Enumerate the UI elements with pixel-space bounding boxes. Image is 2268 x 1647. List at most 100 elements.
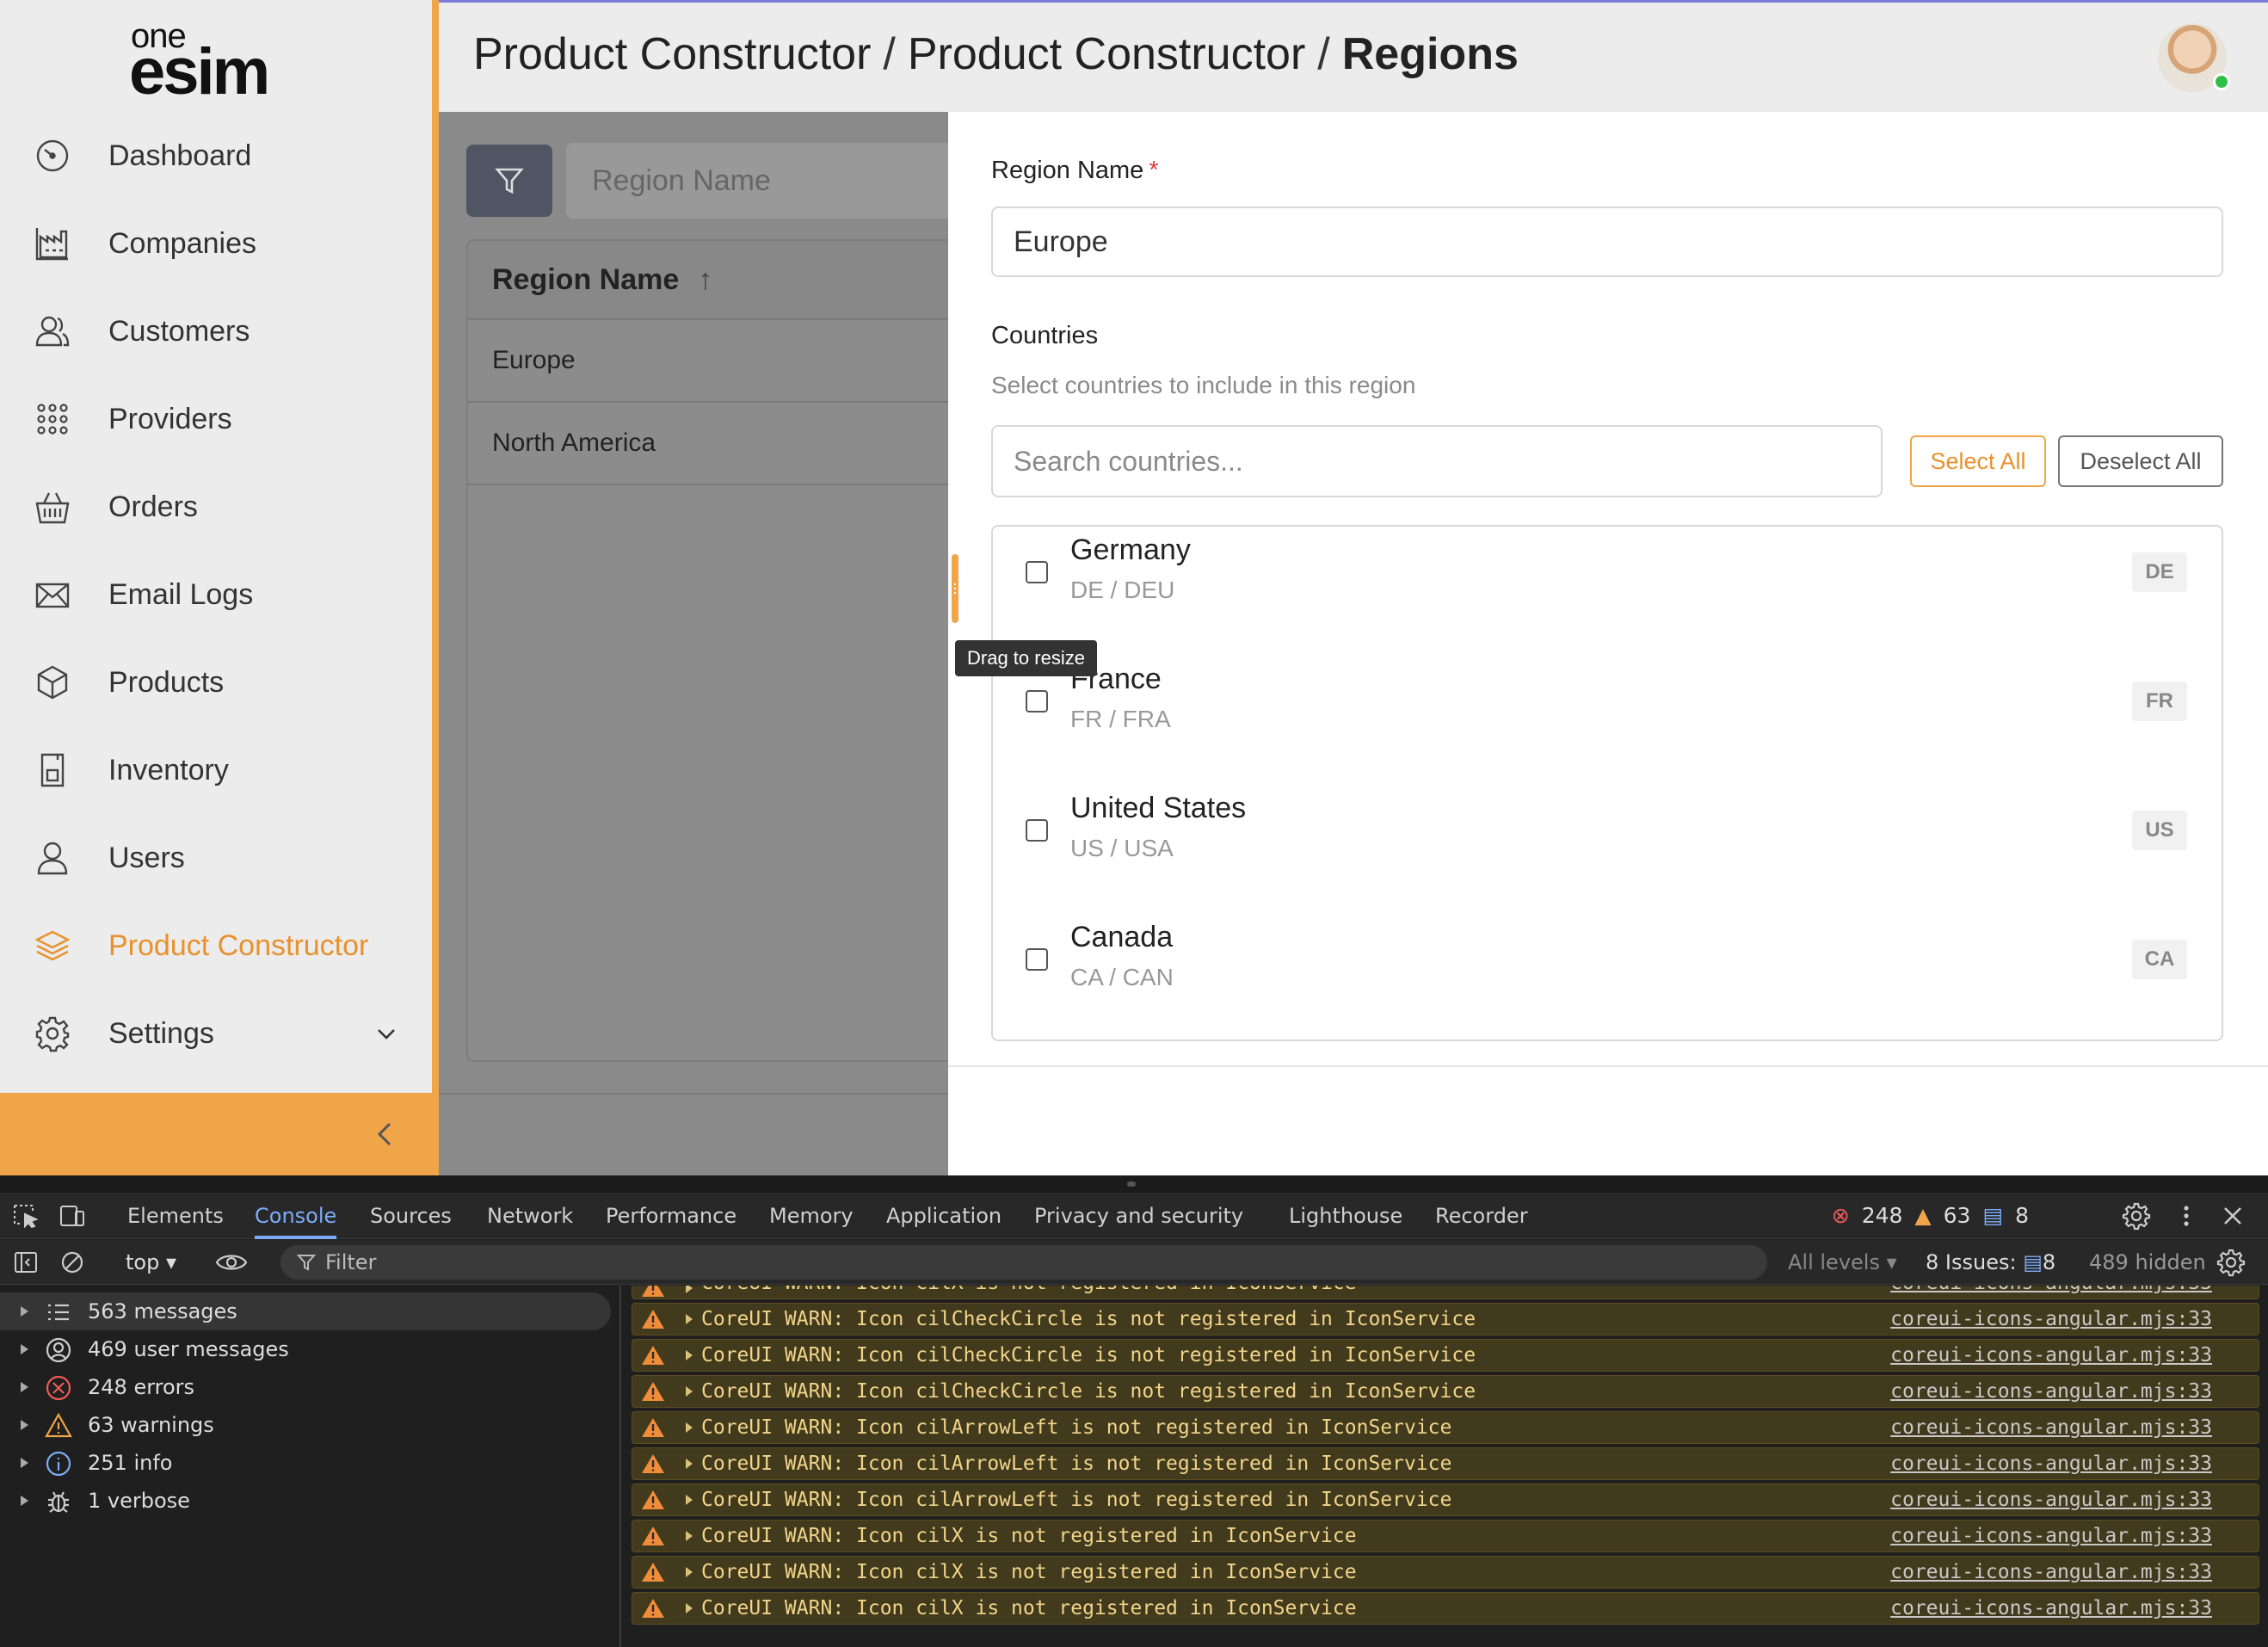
list-item[interactable]: Canada CA / CAN CA (993, 914, 2222, 1043)
console-filter-info[interactable]: 251 info (0, 1444, 619, 1482)
chevron-down-icon (378, 1029, 395, 1039)
list-item[interactable]: United States US / USA US (993, 785, 2222, 914)
country-name: Canada (1070, 921, 1174, 953)
sidebar-item-customers[interactable]: Customers (0, 287, 432, 375)
log-levels-dropdown[interactable]: All levels ▾ (1788, 1247, 1897, 1278)
tab-elements[interactable]: Elements (127, 1193, 224, 1239)
breadcrumb-item[interactable]: Product Constructor (908, 29, 1305, 79)
warning-icon (642, 1286, 664, 1297)
breadcrumb-item[interactable]: Product Constructor (473, 29, 871, 79)
log-source-link[interactable]: coreui-icons-angular.mjs:33 (1890, 1343, 2212, 1367)
sidebar-item-email-logs[interactable]: Email Logs (0, 551, 432, 638)
envelope-icon (33, 575, 72, 614)
device-toolbar-icon[interactable] (59, 1203, 86, 1229)
resize-handle[interactable] (952, 554, 958, 623)
logo[interactable]: one esim (129, 17, 310, 107)
log-source-link[interactable]: coreui-icons-angular.mjs:33 (1890, 1488, 2212, 1512)
log-entry[interactable]: CoreUI WARN: Icon cilArrowLeft is not re… (632, 1447, 2259, 1480)
tab-recorder[interactable]: Recorder (1435, 1193, 1528, 1239)
breadcrumb-current: Regions (1341, 29, 1519, 79)
sidebar-item-settings[interactable]: Settings (0, 990, 432, 1077)
tab-sources[interactable]: Sources (370, 1193, 452, 1239)
inspect-element-icon[interactable] (12, 1203, 40, 1229)
clear-console-icon[interactable] (59, 1249, 86, 1276)
country-checkbox[interactable] (1026, 690, 1048, 712)
tab-performance[interactable]: Performance (606, 1193, 736, 1239)
sidebar-item-companies[interactable]: Companies (0, 200, 432, 287)
sidebar-item-dashboard[interactable]: Dashboard (0, 112, 432, 200)
sidebar-item-orders[interactable]: Orders (0, 463, 432, 551)
region-name-search-input[interactable] (566, 143, 962, 219)
tab-network[interactable]: Network (487, 1193, 573, 1239)
log-source-link[interactable]: coreui-icons-angular.mjs:33 (1890, 1560, 2212, 1584)
console-counts[interactable]: ⊗ 248 ▲ 63 ▤ 8 (1832, 1193, 2029, 1239)
list-item[interactable]: France FR / FRA FR (993, 656, 2222, 785)
app-window: one esim Dashboard Companies Customers P… (0, 0, 2268, 1175)
country-checkbox[interactable] (1026, 948, 1048, 971)
issues-button[interactable]: 8 Issues: ▤8 (1926, 1247, 2055, 1278)
log-source-link[interactable]: coreui-icons-angular.mjs:33 (1890, 1452, 2212, 1476)
table-row[interactable]: Europe (468, 320, 948, 403)
log-source-link[interactable]: coreui-icons-angular.mjs:33 (1890, 1379, 2212, 1403)
console-filter-input[interactable]: Filter (280, 1245, 1767, 1280)
gear-icon[interactable] (2122, 1201, 2151, 1231)
log-source-link[interactable]: coreui-icons-angular.mjs:33 (1890, 1416, 2212, 1440)
region-name-input[interactable] (991, 207, 2223, 277)
country-checkbox[interactable] (1026, 819, 1048, 842)
log-entry[interactable]: CoreUI WARN: Icon cilCheckCircle is not … (632, 1303, 2259, 1335)
filter-button[interactable] (466, 145, 552, 217)
console-settings-icon[interactable] (2216, 1248, 2246, 1277)
log-entry[interactable]: CoreUI WARN: Icon cilCheckCircle is not … (632, 1339, 2259, 1372)
more-options-icon[interactable] (2172, 1201, 2201, 1231)
sidebar-item-product-constructor[interactable]: Product Constructor (0, 902, 432, 990)
eye-icon[interactable] (215, 1249, 248, 1276)
sidebar-item-inventory[interactable]: Inventory (0, 726, 432, 814)
console-filter-user-messages[interactable]: 469 user messages (0, 1330, 619, 1368)
country-checkbox[interactable] (1026, 561, 1048, 583)
tab-console[interactable]: Console (255, 1193, 337, 1239)
column-header-region-name[interactable]: Region Name ↑ (468, 241, 948, 320)
console-filter-messages[interactable]: 563 messages (0, 1292, 611, 1330)
deselect-all-button[interactable]: Deselect All (2058, 435, 2223, 487)
console-filter-verbose[interactable]: 1 verbose (0, 1482, 619, 1520)
sidebar-item-products[interactable]: Products (0, 638, 432, 726)
tab-privacy-and-security[interactable]: Privacy and security (1034, 1193, 1243, 1239)
console-filter-warnings[interactable]: 63 warnings (0, 1406, 619, 1444)
log-source-link[interactable]: coreui-icons-angular.mjs:33 (1890, 1596, 2212, 1620)
breadcrumb-separator: / (883, 29, 896, 79)
list-item[interactable]: Germany DE / DEU DE (993, 527, 2222, 656)
cube-icon (33, 663, 72, 702)
log-entry[interactable]: CoreUI WARN: Icon cilX is not registered… (632, 1556, 2259, 1588)
log-entry[interactable]: CoreUI WARN: Icon cilArrowLeft is not re… (632, 1484, 2259, 1516)
hidden-count: 489 hidden (2089, 1250, 2206, 1274)
select-all-button[interactable]: Select All (1910, 435, 2046, 487)
tab-memory[interactable]: Memory (769, 1193, 854, 1239)
context-selector[interactable]: top ▾ (126, 1247, 176, 1278)
chevron-left-icon[interactable] (368, 1117, 403, 1151)
table-row[interactable]: North America (468, 403, 948, 485)
log-source-link[interactable]: coreui-icons-angular.mjs:33 (1890, 1524, 2212, 1548)
log-entry[interactable]: CoreUI WARN: Icon cilCheckCircle is not … (632, 1375, 2259, 1408)
close-icon[interactable] (2218, 1201, 2247, 1231)
country-code-badge: CA (2132, 940, 2187, 979)
log-message: CoreUI WARN: Icon cilCheckCircle is not … (701, 1344, 1476, 1366)
tab-application[interactable]: Application (886, 1193, 1001, 1239)
console-filter-label: 63 warnings (88, 1413, 214, 1437)
tab-lighthouse[interactable]: Lighthouse (1289, 1193, 1402, 1239)
grid-dots-icon (33, 399, 72, 439)
sidebar-item-users[interactable]: Users (0, 814, 432, 902)
devtools-resizer[interactable] (0, 1175, 2268, 1193)
log-entry[interactable]: CoreUI WARN: Icon cilX is not registered… (632, 1520, 2259, 1552)
log-source-link[interactable]: coreui-icons-angular.mjs:33 (1890, 1286, 2212, 1295)
country-search-input[interactable] (991, 425, 1883, 497)
log-source-link[interactable]: coreui-icons-angular.mjs:33 (1890, 1307, 2212, 1331)
sidebar-item-providers[interactable]: Providers (0, 375, 432, 463)
log-entry[interactable]: CoreUI WARN: Icon cilX is not registered… (632, 1592, 2259, 1625)
console-filter-errors[interactable]: 248 errors (0, 1368, 619, 1406)
country-codes: US / USA (1070, 835, 1174, 861)
console-filter-label: 251 info (88, 1451, 173, 1475)
sidebar-toggle-icon[interactable] (12, 1249, 40, 1276)
log-entry[interactable]: CoreUI WARN: Icon cilX is not registered… (632, 1286, 2259, 1299)
log-entry[interactable]: CoreUI WARN: Icon cilArrowLeft is not re… (632, 1411, 2259, 1444)
avatar[interactable] (2158, 23, 2230, 92)
